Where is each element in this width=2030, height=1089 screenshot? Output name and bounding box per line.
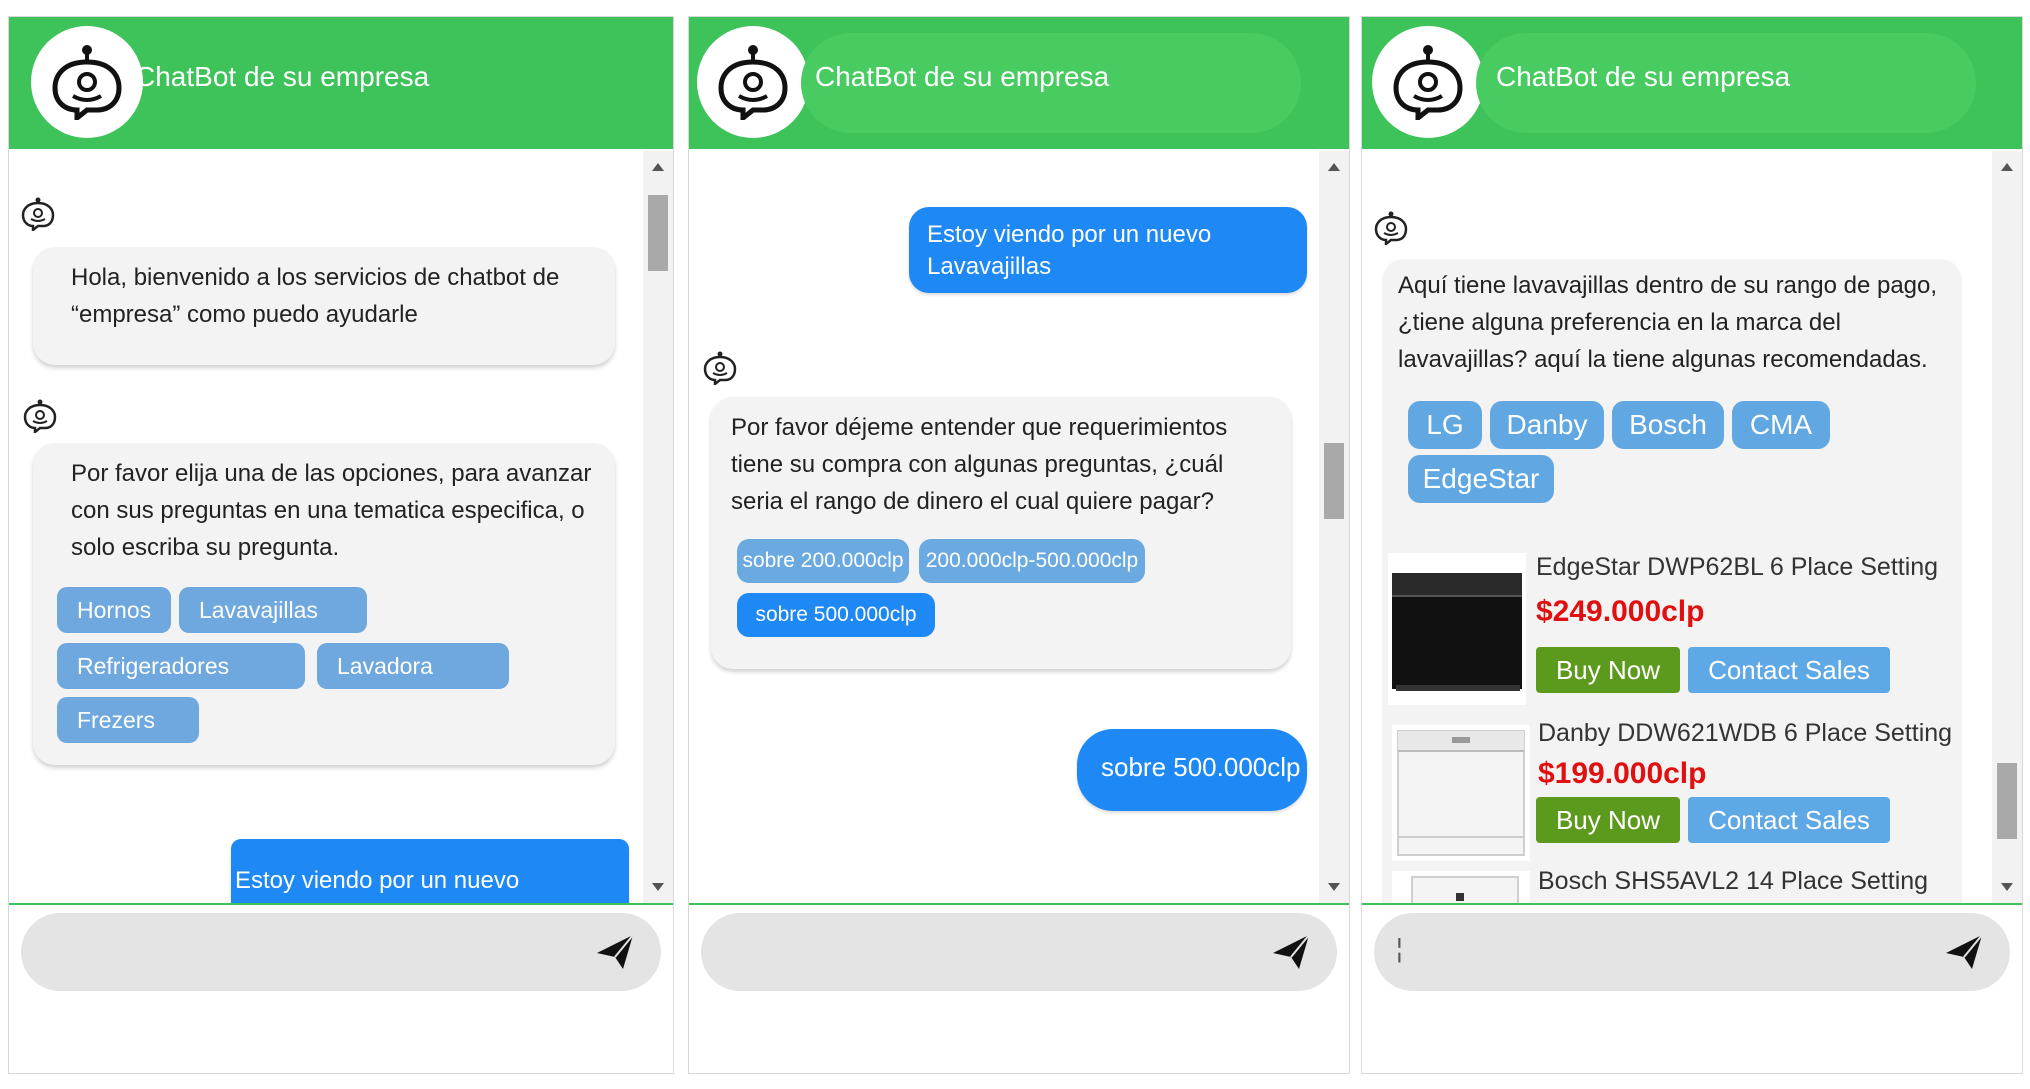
message-list[interactable]: Hola, bienvenido a los servicios de chat… bbox=[9, 151, 673, 903]
option-frezers[interactable]: Frezers bbox=[57, 697, 199, 743]
chat-title: ChatBot de su empresa bbox=[815, 61, 1110, 92]
chat-header: ChatBot de su empresa bbox=[1362, 17, 2022, 149]
message-list[interactable]: Estoy viendo por un nuevo Lavavajillas P… bbox=[689, 151, 1349, 903]
user-message: Estoy viendo por un nuevo bbox=[231, 839, 629, 903]
scroll-down-icon[interactable] bbox=[2001, 883, 2013, 891]
scrollbar[interactable] bbox=[643, 151, 673, 903]
product-name[interactable]: EdgeStar DWP62BL 6 Place Setting bbox=[1536, 553, 1938, 582]
chat-panel-3: ChatBot de su empresa Aquí tiene lavavaj… bbox=[1361, 16, 2023, 1074]
scrollbar[interactable] bbox=[1319, 151, 1349, 903]
message-input[interactable] bbox=[701, 913, 1337, 991]
product-price: $199.000clp bbox=[1538, 757, 1707, 790]
bot-message: Hola, bienvenido a los servicios de chat… bbox=[33, 247, 615, 365]
product-price: $249.000clp bbox=[1536, 595, 1705, 628]
input-divider bbox=[9, 903, 673, 905]
paper-plane-icon[interactable] bbox=[1944, 933, 1984, 976]
option-200000-500000[interactable]: 200.000clp-500.000clp bbox=[919, 539, 1145, 583]
brand-danby[interactable]: Danby bbox=[1490, 401, 1604, 449]
product-image[interactable] bbox=[1392, 871, 1530, 903]
bot-message-text: Por favor elija una de las opciones, par… bbox=[71, 460, 592, 561]
product-image[interactable] bbox=[1388, 553, 1526, 705]
bot-message-text: Por favor déjeme entender que requerimie… bbox=[731, 414, 1228, 515]
scroll-thumb[interactable] bbox=[648, 195, 668, 271]
message-input[interactable]: ¦ bbox=[1374, 913, 2010, 991]
user-message-text: sobre 500.000clp bbox=[1101, 752, 1301, 782]
user-message-text: Estoy viendo por un nuevo bbox=[235, 867, 520, 894]
scroll-up-icon[interactable] bbox=[652, 163, 664, 171]
chat-header: ChatBot de su empresa bbox=[689, 17, 1349, 149]
bot-message-text: Hola, bienvenido a los servicios de chat… bbox=[71, 264, 560, 328]
buy-now-button[interactable]: Buy Now bbox=[1536, 797, 1680, 843]
product-name[interactable]: Danby DDW621WDB 6 Place Setting bbox=[1538, 719, 1952, 748]
scroll-down-icon[interactable] bbox=[652, 883, 664, 891]
scroll-up-icon[interactable] bbox=[2001, 163, 2013, 171]
option-lavavajillas[interactable]: Lavavajillas bbox=[179, 587, 367, 633]
product-image[interactable] bbox=[1392, 725, 1530, 861]
bot-message-text: Aquí tiene lavavajillas dentro de su ran… bbox=[1398, 272, 1938, 373]
scroll-thumb[interactable] bbox=[1997, 763, 2017, 839]
input-value[interactable]: ¦ bbox=[1396, 933, 1403, 964]
message-input[interactable] bbox=[21, 913, 661, 991]
scrollbar[interactable] bbox=[1992, 151, 2022, 903]
chatbot-avatar-icon bbox=[1372, 26, 1484, 138]
option-hornos[interactable]: Hornos bbox=[57, 587, 171, 633]
contact-sales-button[interactable]: Contact Sales bbox=[1688, 647, 1890, 693]
chatbot-avatar-icon bbox=[697, 26, 809, 138]
message-list[interactable]: Aquí tiene lavavajillas dentro de su ran… bbox=[1362, 151, 2022, 903]
chat-panel-1: ChatBot de su empresa Hola, bienvenido a… bbox=[8, 16, 674, 1074]
chat-header: ChatBot de su empresa bbox=[9, 17, 673, 149]
brand-edgestar[interactable]: EdgeStar bbox=[1408, 455, 1554, 503]
chat-title: ChatBot de su empresa bbox=[1496, 61, 1791, 92]
paper-plane-icon[interactable] bbox=[1271, 933, 1311, 976]
contact-sales-button[interactable]: Contact Sales bbox=[1688, 797, 1890, 843]
chat-title: ChatBot de su empresa bbox=[135, 61, 430, 92]
buy-now-button[interactable]: Buy Now bbox=[1536, 647, 1680, 693]
scroll-up-icon[interactable] bbox=[1328, 163, 1340, 171]
bot-icon bbox=[23, 399, 57, 438]
bot-icon bbox=[703, 351, 737, 390]
bot-icon bbox=[21, 197, 55, 236]
user-message: sobre 500.000clp bbox=[1077, 729, 1307, 811]
brand-bosch[interactable]: Bosch bbox=[1612, 401, 1724, 449]
input-divider bbox=[689, 903, 1349, 905]
chat-panel-2: ChatBot de su empresa Estoy viendo por u… bbox=[688, 16, 1350, 1074]
product-name[interactable]: Bosch SHS5AVL2 14 Place Setting bbox=[1538, 867, 1928, 896]
option-refrigeradores[interactable]: Refrigeradores bbox=[57, 643, 305, 689]
option-lavadora[interactable]: Lavadora bbox=[317, 643, 509, 689]
user-message: Estoy viendo por un nuevo Lavavajillas bbox=[909, 207, 1307, 293]
user-message-text: Estoy viendo por un nuevo Lavavajillas bbox=[927, 221, 1212, 280]
paper-plane-icon[interactable] bbox=[595, 933, 635, 976]
input-divider bbox=[1362, 903, 2022, 905]
brand-cma[interactable]: CMA bbox=[1732, 401, 1830, 449]
scroll-thumb[interactable] bbox=[1324, 443, 1344, 519]
bot-icon bbox=[1374, 211, 1408, 250]
scroll-down-icon[interactable] bbox=[1328, 883, 1340, 891]
brand-lg[interactable]: LG bbox=[1408, 401, 1482, 449]
option-sobre-200000[interactable]: sobre 200.000clp bbox=[737, 539, 909, 583]
option-sobre-500000[interactable]: sobre 500.000clp bbox=[737, 593, 935, 637]
